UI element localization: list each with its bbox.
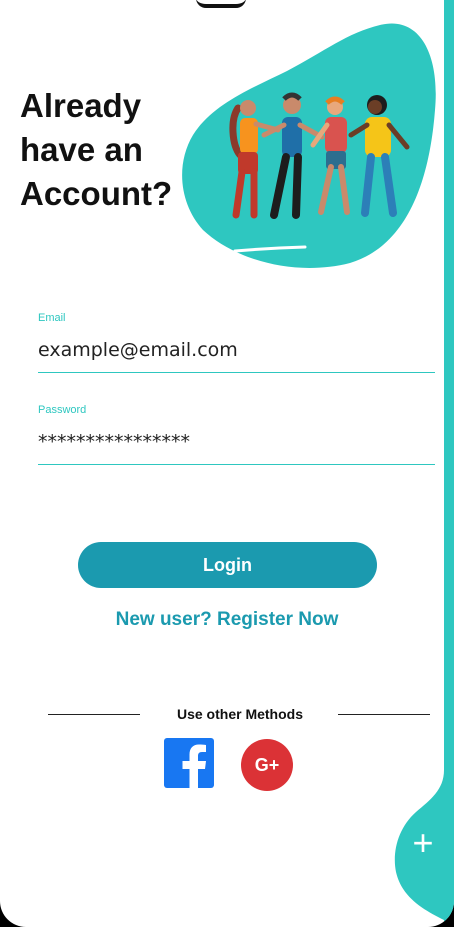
password-field-group: Password (38, 404, 435, 465)
facebook-icon[interactable] (164, 738, 214, 788)
top-notch (196, 0, 246, 8)
google-plus-button[interactable]: G+ (241, 739, 293, 791)
google-plus-icon: G+ (241, 739, 293, 791)
email-underline (38, 372, 435, 373)
register-link[interactable]: New user? Register Now (0, 609, 454, 631)
email-field-group: Email (38, 312, 435, 373)
divider-right (338, 714, 430, 715)
page-title: Already have an Account? (20, 84, 200, 216)
title-line-1: Already (20, 87, 142, 124)
plus-icon[interactable]: + (404, 821, 442, 867)
title-line-2: have an (20, 131, 143, 168)
friends-illustration (182, 23, 436, 268)
email-label: Email (38, 312, 66, 324)
teal-blob (182, 23, 436, 268)
title-line-3: Account? (20, 175, 173, 212)
divider-left (48, 714, 140, 715)
password-label: Password (38, 404, 87, 416)
password-underline (38, 464, 435, 465)
login-screen: Already have an Account? Email example@e… (0, 0, 454, 927)
other-methods-heading: Use other Methods (176, 706, 303, 722)
password-field[interactable] (38, 428, 435, 456)
email-field[interactable] (38, 336, 435, 364)
google-plus-text: G+ (255, 755, 280, 775)
login-button[interactable]: Login (78, 542, 377, 588)
